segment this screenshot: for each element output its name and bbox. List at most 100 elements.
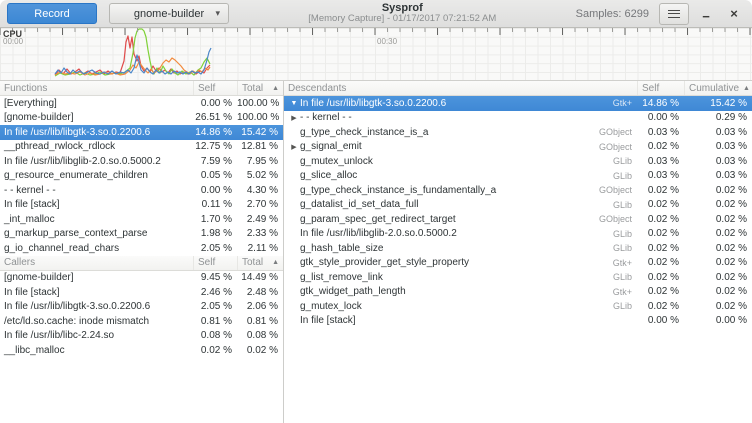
descendant-label: In file /usr/lib/libglib-2.0.so.0.5000.2 — [300, 228, 457, 239]
caller-row[interactable]: /etc/ld.so.cache: inode mismatch0.81 %0.… — [0, 314, 283, 329]
record-button[interactable]: Record — [7, 3, 97, 24]
function-row[interactable]: In file [stack]0.11 %2.70 % — [0, 198, 283, 213]
descendant-row[interactable]: g_datalist_id_set_data_fullGLib0.02 %0.0… — [284, 198, 752, 213]
functions-column-header[interactable]: Functions — [0, 81, 193, 95]
descendant-cumulative-value: 0.02 % — [684, 185, 752, 196]
caller-row-total-value: 14.49 % — [237, 272, 283, 283]
descendant-row[interactable]: gtk_widget_path_lengthGtk+0.02 %0.02 % — [284, 285, 752, 300]
descendants-column-header[interactable]: Descendants — [284, 81, 637, 95]
caller-row-label: /etc/ld.so.cache: inode mismatch — [0, 316, 193, 327]
descendant-row[interactable]: In file /usr/lib/libglib-2.0.so.0.5000.2… — [284, 227, 752, 242]
descendant-label: gtk_widget_path_length — [300, 286, 406, 297]
descendant-row[interactable]: g_type_check_instance_is_aGObject0.03 %0… — [284, 125, 752, 140]
function-row-total-value: 7.95 % — [237, 156, 283, 167]
descendant-self-value: 0.03 % — [637, 156, 684, 167]
minimize-button[interactable]: − — [695, 3, 717, 25]
descendant-self-value: 0.02 % — [637, 243, 684, 254]
descendants-cumulative-column-header[interactable]: Cumulative ▲ — [684, 81, 752, 95]
callers-header: Callers Self Total ▲ — [0, 256, 283, 271]
descendant-row[interactable]: g_param_spec_get_redirect_targetGObject0… — [284, 212, 752, 227]
function-row-label: _int_malloc — [0, 214, 193, 225]
descendant-cumulative-value: 0.02 % — [684, 286, 752, 297]
caller-row-self-value: 0.02 % — [193, 345, 237, 356]
caller-row[interactable]: In file /usr/lib/libgtk-3.so.0.2200.62.0… — [0, 300, 283, 315]
callers-total-label: Total — [242, 257, 263, 268]
function-row-label: __pthread_rwlock_rdlock — [0, 141, 193, 152]
expander-right-icon[interactable]: ▶ — [288, 114, 300, 122]
functions-header: Functions Self Total ▲ — [0, 81, 283, 96]
function-row[interactable]: g_io_channel_read_chars2.05 %2.11 % — [0, 241, 283, 256]
function-row-self-value: 26.51 % — [193, 112, 237, 123]
descendant-cumulative-value: 0.02 % — [684, 272, 752, 283]
caller-row[interactable]: In file [stack]2.46 %2.48 % — [0, 285, 283, 300]
function-row[interactable]: [gnome-builder]26.51 %100.00 % — [0, 111, 283, 126]
descendant-row[interactable]: g_type_check_instance_is_fundamentally_a… — [284, 183, 752, 198]
descendant-name-cell: g_hash_table_sizeGLib — [284, 243, 637, 254]
function-row[interactable]: _int_malloc1.70 %2.49 % — [0, 212, 283, 227]
descendant-row[interactable]: ▼In file /usr/lib/libgtk-3.so.0.2200.6Gt… — [284, 96, 752, 111]
function-row[interactable]: - - kernel - -0.00 %4.30 % — [0, 183, 283, 198]
function-row-label: [Everything] — [0, 98, 193, 109]
descendant-self-value: 0.02 % — [637, 185, 684, 196]
descendant-row[interactable]: ▶- - kernel - -0.00 %0.29 % — [284, 111, 752, 126]
descendant-row[interactable]: g_mutex_lockGLib0.02 %0.02 % — [284, 299, 752, 314]
caller-row[interactable]: In file /usr/lib/libc-2.24.so0.08 %0.08 … — [0, 329, 283, 344]
function-row-label: - - kernel - - — [0, 185, 193, 196]
descendant-row[interactable]: ▶g_signal_emitGObject0.02 %0.03 % — [284, 140, 752, 155]
descendant-name-cell: In file /usr/lib/libglib-2.0.so.0.5000.2… — [284, 228, 637, 239]
descendant-self-value: 0.00 % — [637, 112, 684, 123]
caller-row-total-value: 0.81 % — [237, 316, 283, 327]
function-row-self-value: 0.00 % — [193, 185, 237, 196]
descendant-label: g_slice_alloc — [300, 170, 357, 181]
descendant-row[interactable]: g_hash_table_sizeGLib0.02 %0.02 % — [284, 241, 752, 256]
expander-right-icon[interactable]: ▶ — [288, 143, 300, 151]
descendant-name-cell: g_type_check_instance_is_fundamentally_a… — [284, 185, 637, 196]
caller-row[interactable]: __libc_malloc0.02 %0.02 % — [0, 343, 283, 358]
functions-self-column-header[interactable]: Self — [193, 81, 237, 95]
function-row-label: g_markup_parse_context_parse — [0, 228, 193, 239]
descendant-self-value: 0.03 % — [637, 170, 684, 181]
function-row[interactable]: __pthread_rwlock_rdlock12.75 %12.81 % — [0, 140, 283, 155]
function-row[interactable]: In file /usr/lib/libglib-2.0.so.0.5000.2… — [0, 154, 283, 169]
cpu-graph-canvas — [0, 28, 752, 81]
descendant-row[interactable]: g_list_remove_linkGLib0.02 %0.02 % — [284, 270, 752, 285]
caller-row-self-value: 2.46 % — [193, 287, 237, 298]
descendant-row[interactable]: In file [stack]0.00 %0.00 % — [284, 314, 752, 329]
descendant-row[interactable]: g_mutex_unlockGLib0.03 %0.03 % — [284, 154, 752, 169]
descendant-cumulative-value: 0.02 % — [684, 257, 752, 268]
descendant-label: gtk_style_provider_get_style_property — [300, 257, 469, 268]
time-tick-label-mid: 00:30 — [377, 37, 397, 46]
left-pane: Functions Self Total ▲ [Everything]0.00 … — [0, 81, 284, 423]
function-row[interactable]: [Everything]0.00 %100.00 % — [0, 96, 283, 111]
function-row[interactable]: In file /usr/lib/libgtk-3.so.0.2200.614.… — [0, 125, 283, 140]
hamburger-menu-button[interactable] — [659, 3, 689, 25]
caller-row-self-value: 0.08 % — [193, 330, 237, 341]
library-category-badge: GLib — [613, 171, 637, 181]
caller-row-self-value: 0.81 % — [193, 316, 237, 327]
cpu-graph[interactable]: CPU 00:00 00:30 — [0, 28, 752, 81]
descendant-self-value: 0.02 % — [637, 257, 684, 268]
function-row[interactable]: g_resource_enumerate_children0.05 %5.02 … — [0, 169, 283, 184]
expander-down-icon[interactable]: ▼ — [288, 100, 300, 107]
library-category-badge: GLib — [613, 200, 637, 210]
descendant-row[interactable]: g_slice_allocGLib0.03 %0.03 % — [284, 169, 752, 184]
function-row-self-value: 12.75 % — [193, 141, 237, 152]
function-row-label: In file /usr/lib/libglib-2.0.so.0.5000.2 — [0, 156, 193, 167]
descendant-label: g_list_remove_link — [300, 272, 383, 283]
descendant-cumulative-value: 0.02 % — [684, 243, 752, 254]
functions-total-column-header[interactable]: Total ▲ — [237, 81, 283, 95]
function-row[interactable]: g_markup_parse_context_parse1.98 %2.33 % — [0, 227, 283, 242]
caller-row[interactable]: [gnome-builder]9.45 %14.49 % — [0, 271, 283, 286]
callers-total-column-header[interactable]: Total ▲ — [237, 256, 283, 270]
sort-arrow-icon: ▲ — [268, 259, 279, 266]
close-button[interactable]: × — [723, 3, 745, 25]
descendants-self-column-header[interactable]: Self — [637, 81, 684, 95]
descendant-cumulative-value: 0.02 % — [684, 228, 752, 239]
library-category-badge: Gtk+ — [613, 287, 637, 297]
callers-self-column-header[interactable]: Self — [193, 256, 237, 270]
descendant-row[interactable]: gtk_style_provider_get_style_propertyGtk… — [284, 256, 752, 271]
callers-column-header[interactable]: Callers — [0, 256, 193, 270]
target-process-dropdown[interactable]: gnome-builder ▾ — [109, 3, 229, 24]
function-row-self-value: 2.05 % — [193, 243, 237, 254]
descendant-label: g_datalist_id_set_data_full — [300, 199, 418, 210]
